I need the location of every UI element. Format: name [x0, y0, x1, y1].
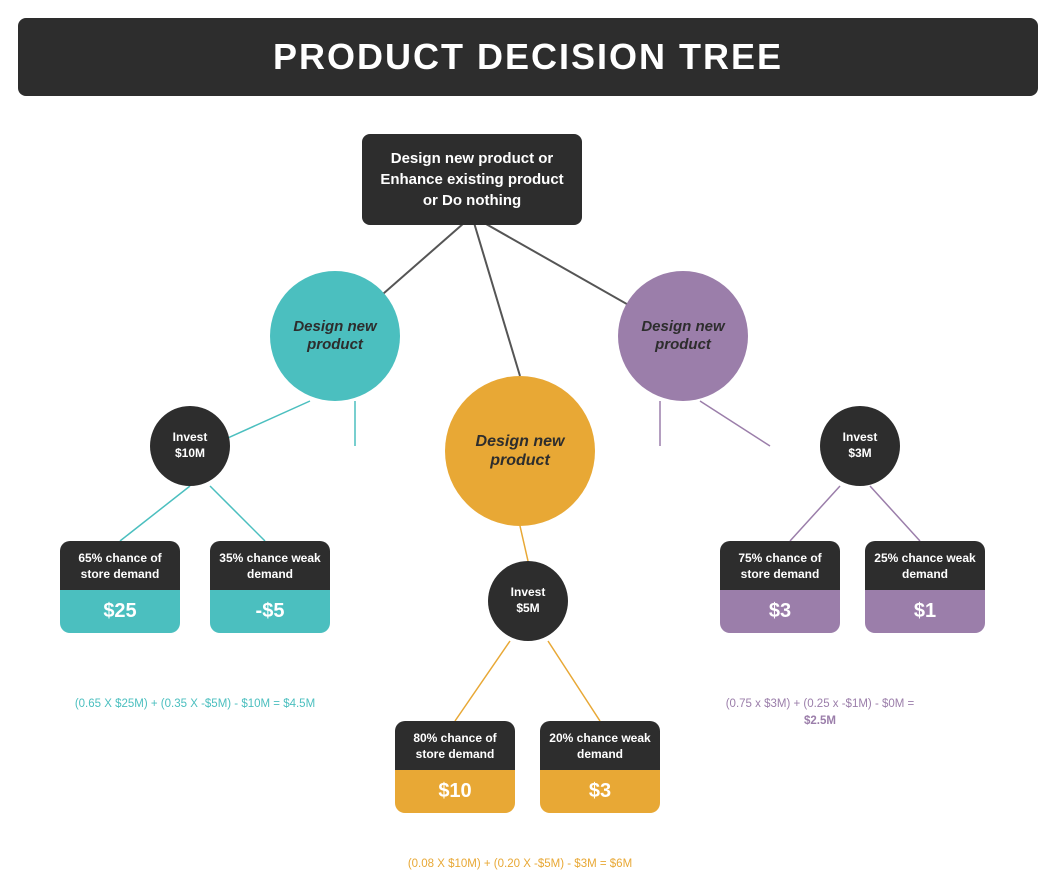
card-80-value: $10: [395, 770, 515, 813]
invest-3m-label: Invest$3M: [843, 430, 878, 461]
purple-circle: Design new product: [618, 271, 748, 401]
card-80-percent: 80% chance of store demand $10: [395, 721, 515, 813]
page-title: PRODUCT DECISION TREE: [18, 36, 1038, 78]
orange-circle: Design new product: [445, 376, 595, 526]
card-65-value: $25: [60, 590, 180, 633]
card-65-label: 65% chance of store demand: [60, 541, 180, 590]
invest-5m-label: Invest$5M: [511, 585, 546, 616]
card-25-percent: 25% chance weak demand $1: [865, 541, 985, 633]
tree-container: Design new product or Enhance existing p…: [0, 106, 1056, 806]
invest-10m-node: Invest$10M: [150, 406, 230, 486]
card-35-value: -$5: [210, 590, 330, 633]
root-node: Design new product or Enhance existing p…: [362, 134, 582, 225]
card-35-percent: 35% chance weak demand -$5: [210, 541, 330, 633]
card-20-value: $3: [540, 770, 660, 813]
formula-purple: (0.75 x $3M) + (0.25 x -$1M) - $0M = $2.…: [700, 696, 940, 731]
formula-teal: (0.65 X $25M) + (0.35 X -$5M) - $10M = $…: [50, 696, 340, 713]
invest-5m-node: Invest$5M: [488, 561, 568, 641]
formula-orange: (0.08 X $10M) + (0.20 X -$5M) - $3M = $6…: [370, 856, 670, 873]
card-20-label: 20% chance weak demand: [540, 721, 660, 770]
card-35-label: 35% chance weak demand: [210, 541, 330, 590]
purple-label: Design new product: [618, 318, 748, 354]
card-25-label: 25% chance weak demand: [865, 541, 985, 590]
teal-label: Design new product: [270, 318, 400, 354]
page-header: PRODUCT DECISION TREE: [18, 18, 1038, 96]
orange-label: Design new product: [445, 432, 595, 470]
card-75-label: 75% chance of store demand: [720, 541, 840, 590]
card-80-label: 80% chance of store demand: [395, 721, 515, 770]
root-label: Design new product or Enhance existing p…: [380, 150, 563, 209]
invest-10m-label: Invest$10M: [173, 430, 208, 461]
card-20-percent: 20% chance weak demand $3: [540, 721, 660, 813]
card-25-value: $1: [865, 590, 985, 633]
card-75-value: $3: [720, 590, 840, 633]
invest-3m-node: Invest$3M: [820, 406, 900, 486]
teal-circle: Design new product: [270, 271, 400, 401]
card-75-percent: 75% chance of store demand $3: [720, 541, 840, 633]
card-65-percent: 65% chance of store demand $25: [60, 541, 180, 633]
